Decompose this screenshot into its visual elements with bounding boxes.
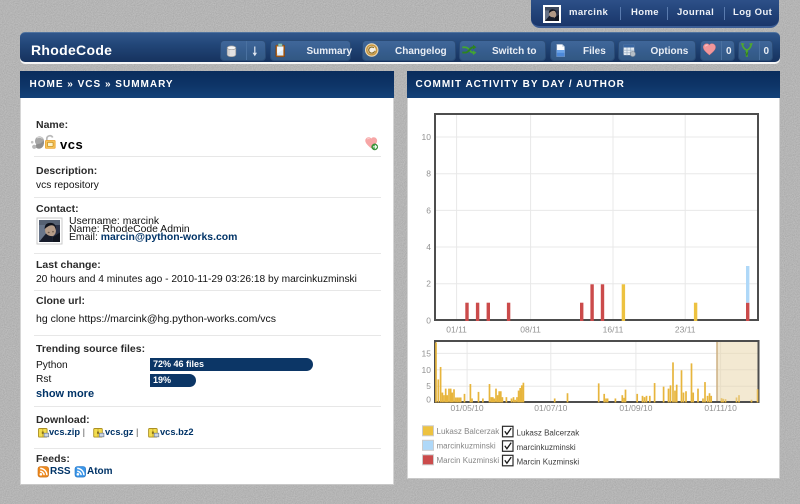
svg-text:10: 10 bbox=[422, 365, 432, 375]
svg-text:16/11: 16/11 bbox=[603, 325, 624, 335]
svg-text:Marcin Kuzminski: Marcin Kuzminski bbox=[517, 458, 580, 467]
svg-text:23/11: 23/11 bbox=[675, 325, 696, 335]
svg-text:Lukasz Balcerzak: Lukasz Balcerzak bbox=[437, 427, 501, 436]
svg-text:Lukasz Balcerzak: Lukasz Balcerzak bbox=[517, 429, 581, 438]
svg-text:4: 4 bbox=[426, 242, 431, 252]
svg-text:08/11: 08/11 bbox=[520, 325, 541, 335]
svg-text:0: 0 bbox=[426, 316, 431, 326]
svg-text:01/09/10: 01/09/10 bbox=[619, 403, 652, 413]
svg-text:marcinkuzminski: marcinkuzminski bbox=[517, 443, 576, 452]
svg-text:5: 5 bbox=[426, 381, 431, 391]
svg-text:marcinkuzminski: marcinkuzminski bbox=[437, 442, 496, 451]
svg-text:01/07/10: 01/07/10 bbox=[534, 403, 567, 413]
svg-text:8: 8 bbox=[426, 169, 431, 179]
svg-text:01/11/10: 01/11/10 bbox=[704, 403, 737, 413]
svg-text:2: 2 bbox=[426, 279, 431, 289]
svg-text:01/05/10: 01/05/10 bbox=[451, 403, 484, 413]
svg-text:10: 10 bbox=[422, 132, 432, 142]
svg-text:6: 6 bbox=[426, 205, 431, 215]
svg-text:0: 0 bbox=[426, 394, 431, 404]
svg-text:Marcin Kuzminski: Marcin Kuzminski bbox=[437, 456, 500, 465]
svg-text:15: 15 bbox=[422, 348, 432, 358]
svg-text:01/11: 01/11 bbox=[446, 325, 467, 335]
